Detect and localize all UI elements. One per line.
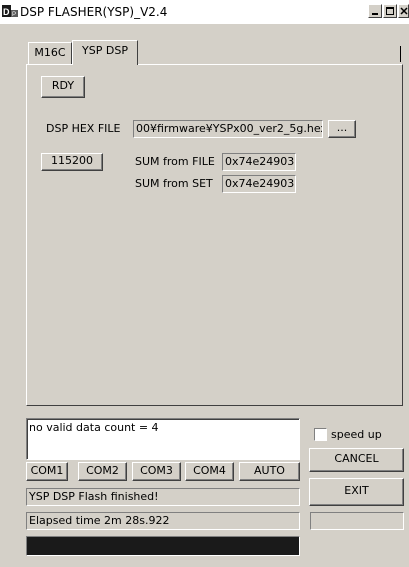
exit-button[interactable]: EXIT [309,478,404,506]
sum-from-set-label: SUM from SET [135,177,213,190]
hex-file-label: DSP HEX FILE [46,122,121,135]
com3-label: COM3 [140,464,173,477]
tab-label: M16C [34,46,66,59]
close-icon [400,7,408,15]
minimize-button[interactable] [368,4,382,18]
browse-label: ... [336,121,348,134]
tab-label: YSP DSP [82,44,128,57]
sum-from-file-field: 0x74e24903 [222,153,296,171]
tab-m16c[interactable]: M16C [28,42,72,64]
rdy-button[interactable]: RDY [41,76,85,98]
svg-text:D: D [3,7,10,17]
sum-from-file-label: SUM from FILE [135,155,215,168]
minimize-icon [372,13,378,15]
elapsed-time-field: Elapsed time 2m 28s.922 [26,512,300,530]
com3-button[interactable]: COM3 [132,462,181,481]
maximize-button[interactable] [383,4,397,18]
com2-label: COM2 [86,464,119,477]
rdy-label: RDY [51,79,75,92]
cancel-button[interactable]: CANCEL [309,448,404,472]
baud-rate-button[interactable]: 115200 [41,153,103,171]
hex-file-path-field[interactable]: 00¥firmware¥YSPx00_ver2_5g.hex [133,120,323,138]
main-window: D P DSP FLASHER(YSP)_V2.4 M16C YSP DSP R… [0,0,409,567]
browse-button[interactable]: ... [328,120,356,138]
tab-ysp-dsp[interactable]: YSP DSP [72,40,138,65]
auto-label: AUTO [254,464,285,477]
speed-up-label[interactable]: speed up [331,428,382,442]
sum-from-set-field: 0x74e24903 [222,175,296,193]
com1-label: COM1 [30,464,64,477]
com2-button[interactable]: COM2 [78,462,127,481]
status-message-field: YSP DSP Flash finished! [26,488,300,506]
baud-rate-label: 115200 [51,154,93,167]
dsp-app-icon[interactable]: D P [2,4,18,19]
tab-scroll-marker [400,46,408,62]
maximize-icon [386,7,394,15]
side-status-field [310,512,404,530]
window-title: DSP FLASHER(YSP)_V2.4 [20,5,168,19]
svg-text:P: P [12,12,16,18]
progress-fill [27,537,299,555]
com1-button[interactable]: COM1 [26,462,68,481]
log-textarea[interactable]: no valid data count = 4 [26,418,300,460]
progress-bar [26,536,300,556]
cancel-label: CANCEL [334,452,379,465]
speed-up-checkbox[interactable] [314,428,327,441]
exit-label: EXIT [344,484,369,497]
close-button[interactable] [398,4,409,18]
auto-button[interactable]: AUTO [239,462,300,481]
com4-label: COM4 [193,464,226,477]
com4-button[interactable]: COM4 [185,462,234,481]
ysp-dsp-panel [26,64,403,406]
title-bar[interactable]: D P DSP FLASHER(YSP)_V2.4 [0,0,409,24]
